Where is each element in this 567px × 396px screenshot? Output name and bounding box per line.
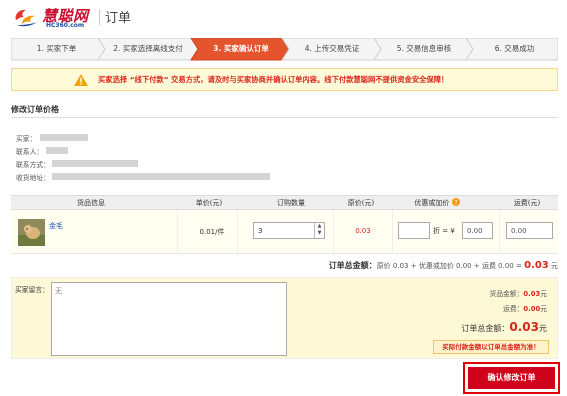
step-6: 6. 交易成功 [494,44,535,53]
step-5: 5. 交易信息审核 [396,44,452,53]
goods-amount-value: 0.03 [523,290,541,298]
summary-total-value: 0.03 [509,320,539,334]
logo-subtext: HC360.com [46,22,85,29]
address-row: 收货地址： [16,172,50,182]
goods-amount-label: 货品金额： [489,290,524,298]
hc360-logo[interactable]: 慧聪网 HC360.com [12,4,96,30]
order-total-formula: 原价 0.03 + 优惠或加价 0.00 + 运费 0.00 = [376,262,525,270]
chevron-up-icon[interactable]: ▲ [315,223,324,230]
product-thumbnail[interactable] [18,219,45,246]
original-price: 0.03 [355,227,371,235]
phone-row: 联系方式： [16,159,50,169]
unit-price: 0.01/件 [199,228,225,236]
warning-text: 买家选择 “线下付款” 交易方式，请及时与买家协商并确认订单内容。线下付款慧聪网… [98,75,449,84]
contact-row: 联系人： [16,146,43,156]
discount-unit-label: 折 = ¥ [433,227,455,235]
shipping-amount-value: 0.00 [523,305,541,313]
col-shipping: 运费(元) [513,199,541,207]
order-table-header: 货品信息 单价(元) 订购数量 原价(元) 优惠或加价 ? 运费(元) [11,195,558,210]
step-3-active: 3. 买家确认订单 [213,44,269,53]
buyer-redacted [40,134,88,141]
summary-total-label: 订单总金额： [461,324,510,333]
goods-amount-unit: 元 [540,290,547,298]
confirm-button-highlight: 确认修改订单 [463,362,560,394]
col-divider [237,210,238,254]
shipping-input[interactable] [506,222,553,239]
offline-payment-warning: 买家选择 “线下付款” 交易方式，请及时与买家协商并确认订单内容。线下付款慧聪网… [11,68,558,91]
help-icon[interactable]: ? [451,198,460,206]
order-total-label: 订单总金额： [328,261,377,270]
col-discount-label: 优惠或加价 [414,199,450,207]
shipping-amount-row: 运费：0.00元 [503,303,547,313]
discount-rate-input[interactable] [398,222,430,239]
order-total-unit: 元 [551,262,558,270]
svg-text:?: ? [454,199,457,206]
product-name-link[interactable]: 金毛 [49,221,63,231]
summary-total-unit: 元 [539,324,547,333]
col-divider [499,210,500,254]
section-title: 修改订单价格 [11,105,59,114]
col-divider [177,210,178,254]
buyer-remark-textarea[interactable]: 无 [51,282,287,356]
col-product: 货品信息 [77,199,105,207]
adjust-amount-input[interactable] [462,222,493,239]
col-original-price: 原价(元) [347,199,375,207]
payment-note: 买际付款金额以订单总金额为准！ [433,340,549,354]
logo-flame-icon [15,9,37,27]
shipping-amount-unit: 元 [540,305,547,313]
order-progress-steps: 1. 买家下单 2. 买家选择离线支付 3. 买家确认订单 4. 上传交易凭证 … [11,38,558,62]
order-total-value: 0.03 [524,260,549,271]
address-label: 收货地址： [16,174,50,182]
buyer-row: 买家： [16,133,36,143]
step-4: 4. 上传交易凭证 [304,44,360,53]
step-1: 1. 买家下单 [36,44,77,53]
confirm-modify-order-button[interactable]: 确认修改订单 [468,367,555,389]
col-discount: 优惠或加价 ? [407,196,467,210]
page-title: 订单 [105,11,132,26]
summary-total-row: 订单总金额：0.03元 [461,320,547,334]
buyer-label: 买家： [16,135,37,143]
goods-amount-row: 货品金额：0.03元 [489,288,547,298]
phone-label: 联系方式： [16,161,50,169]
contact-redacted [46,147,68,154]
col-unit-price: 单价(元) [195,199,223,207]
header-divider [99,9,100,25]
col-divider [333,210,334,254]
section-divider [11,117,558,118]
col-divider [392,210,393,254]
dog-photo-icon [18,219,45,246]
chevron-down-icon[interactable]: ▼ [315,230,324,237]
phone-redacted [52,160,138,167]
quantity-stepper[interactable]: ▲ ▼ [314,223,324,238]
shipping-amount-label: 运费： [503,305,524,313]
remark-summary-panel: 买家留言： 无 货品金额：0.03元 运费：0.00元 订单总金额：0.03元 … [11,277,558,359]
order-total-line: 订单总金额：原价 0.03 + 优惠或加价 0.00 + 运费 0.00 = 0… [329,260,558,271]
col-quantity: 订购数量 [277,199,305,207]
step-2: 2. 买家选择离线支付 [113,44,183,53]
contact-label: 联系人： [16,148,44,156]
warning-triangle-icon [74,74,88,86]
table-row: 金毛 0.01/件 ▲ ▼ 0.03 折 = ¥ [11,210,558,254]
remark-label: 买家留言： [15,286,49,294]
address-redacted [52,173,270,180]
